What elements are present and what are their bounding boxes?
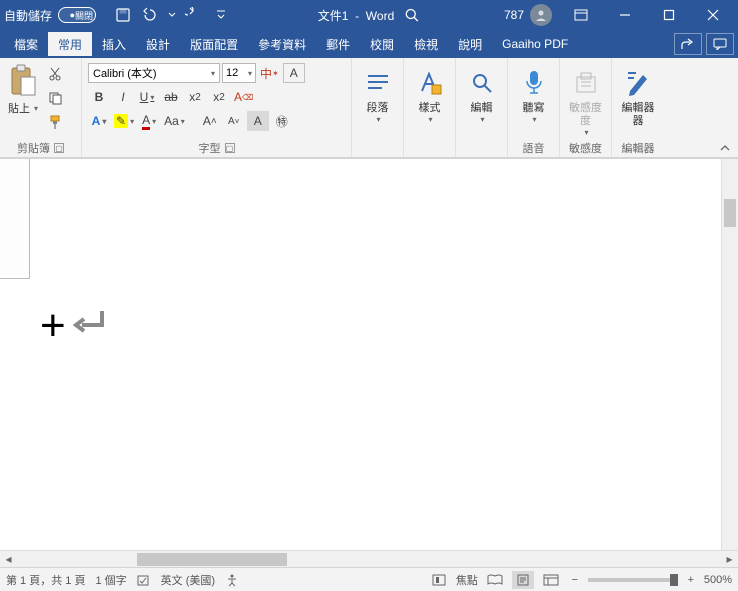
character-border-button[interactable]: A <box>283 63 305 83</box>
document-title: 文件1 - Word <box>318 7 394 24</box>
highlight-button[interactable]: ✎▾ <box>112 111 136 131</box>
comments-button[interactable] <box>706 33 734 55</box>
accessibility-icon[interactable] <box>225 573 239 587</box>
undo-button[interactable] <box>138 2 164 28</box>
zoom-out-button[interactable]: − <box>568 574 582 586</box>
tab-help[interactable]: 說明 <box>448 32 492 56</box>
tab-review[interactable]: 校閱 <box>360 32 404 56</box>
tab-home[interactable]: 常用 <box>48 32 92 56</box>
editor-group-label: 編輯器 <box>622 140 655 156</box>
horizontal-scrollbar[interactable] <box>17 553 721 566</box>
phonetic-guide-button[interactable]: 中✶ <box>258 63 281 83</box>
paragraph-mark-icon <box>66 307 110 345</box>
hscroll-left[interactable]: ◂ <box>0 551 17 568</box>
paragraph-button[interactable]: 段落▾ <box>356 60 399 125</box>
format-painter-button[interactable] <box>44 112 66 132</box>
text-effects-button[interactable]: A▾ <box>88 111 110 131</box>
clear-formatting-button[interactable]: A⌫ <box>232 87 255 107</box>
zoom-slider[interactable] <box>588 578 678 582</box>
undo-dropdown[interactable] <box>166 2 178 28</box>
minimize-button[interactable] <box>604 0 646 30</box>
font-size-combo[interactable]: 12▾ <box>222 63 256 83</box>
italic-button[interactable]: I <box>112 87 134 107</box>
user-avatar[interactable] <box>530 4 552 26</box>
font-launcher[interactable]: ▢ <box>225 143 235 153</box>
copy-button[interactable] <box>44 88 66 108</box>
tab-view[interactable]: 檢視 <box>404 32 448 56</box>
hscroll-right[interactable]: ▸ <box>721 551 738 568</box>
search-icon[interactable] <box>404 7 420 23</box>
word-count[interactable]: 1 個字 <box>95 572 126 588</box>
autosave-state: 關閉 <box>75 9 93 22</box>
tab-insert[interactable]: 插入 <box>92 32 136 56</box>
paste-button[interactable]: 貼上▾ <box>4 60 42 116</box>
grow-font-button[interactable]: A˄ <box>199 111 221 131</box>
focus-mode-button[interactable] <box>428 571 450 589</box>
dictate-button[interactable]: 聽寫▾ <box>512 60 555 125</box>
vertical-scroll-thumb[interactable] <box>724 199 736 227</box>
language-status[interactable]: 英文 (美國) <box>161 572 215 588</box>
clipboard-group-label: 剪貼簿 <box>17 140 50 156</box>
collapse-ribbon-button[interactable] <box>716 141 734 155</box>
zoom-slider-knob[interactable] <box>670 574 678 586</box>
paste-label: 貼上 <box>8 100 30 116</box>
web-layout-button[interactable] <box>540 571 562 589</box>
zoom-level[interactable]: 500% <box>704 574 732 586</box>
document-canvas[interactable]: + <box>0 158 738 550</box>
voice-group-label: 語音 <box>523 140 545 156</box>
read-mode-button[interactable] <box>484 571 506 589</box>
strikethrough-button[interactable]: ab <box>160 87 182 107</box>
editing-button[interactable]: 編輯▾ <box>460 60 503 125</box>
print-layout-button[interactable] <box>512 571 534 589</box>
editor-button[interactable]: 編輯器器 <box>616 60 660 128</box>
tab-references[interactable]: 參考資料 <box>248 32 316 56</box>
underline-button[interactable]: U▾ <box>136 87 158 107</box>
bold-button[interactable]: B <box>88 87 110 107</box>
sensitivity-group-label: 敏感度 <box>569 140 602 156</box>
close-button[interactable] <box>692 0 734 30</box>
cut-button[interactable] <box>44 64 66 84</box>
horizontal-scroll-thumb[interactable] <box>137 553 287 566</box>
vertical-scrollbar[interactable] <box>721 159 738 550</box>
autosave-toggle[interactable]: ● 關閉 <box>58 7 96 23</box>
insert-cursor-icon: + <box>40 304 66 348</box>
zoom-in-button[interactable]: + <box>684 574 698 586</box>
styles-button[interactable]: 樣式▾ <box>408 60 451 125</box>
shrink-font-button[interactable]: A˅ <box>223 111 245 131</box>
tab-layout[interactable]: 版面配置 <box>180 32 248 56</box>
sensitivity-button: 敏感度度▾ <box>564 60 607 138</box>
user-name: 787 <box>504 8 524 22</box>
ribbon-display-options[interactable] <box>560 0 602 30</box>
change-case-button[interactable]: Aa▾ <box>162 111 187 131</box>
qat-customize[interactable] <box>208 2 234 28</box>
tab-design[interactable]: 設計 <box>136 32 180 56</box>
font-color-button[interactable]: A▾ <box>138 111 160 131</box>
clipboard-launcher[interactable]: ▢ <box>54 143 64 153</box>
focus-label: 焦點 <box>456 572 478 588</box>
enclose-characters-button[interactable]: ㊕ <box>271 111 293 131</box>
spell-check-icon[interactable] <box>137 573 151 587</box>
autosave-label: 自動儲存 <box>4 7 52 24</box>
page-margin-shadow <box>0 159 30 279</box>
tab-file[interactable]: 檔案 <box>4 32 48 56</box>
font-group-label: 字型 <box>199 140 221 156</box>
maximize-button[interactable] <box>648 0 690 30</box>
tab-gaaiho[interactable]: Gaaiho PDF <box>492 32 578 56</box>
subscript-button[interactable]: x2 <box>184 87 206 107</box>
tab-mailings[interactable]: 郵件 <box>316 32 360 56</box>
superscript-button[interactable]: x2 <box>208 87 230 107</box>
save-button[interactable] <box>110 2 136 28</box>
page-status[interactable]: 第 1 頁，共 1 頁 <box>6 572 85 588</box>
font-family-combo[interactable]: Calibri (本文)▾ <box>88 63 220 83</box>
redo-button[interactable] <box>180 2 206 28</box>
share-button[interactable] <box>674 33 702 55</box>
character-shading-button[interactable]: A <box>247 111 269 131</box>
